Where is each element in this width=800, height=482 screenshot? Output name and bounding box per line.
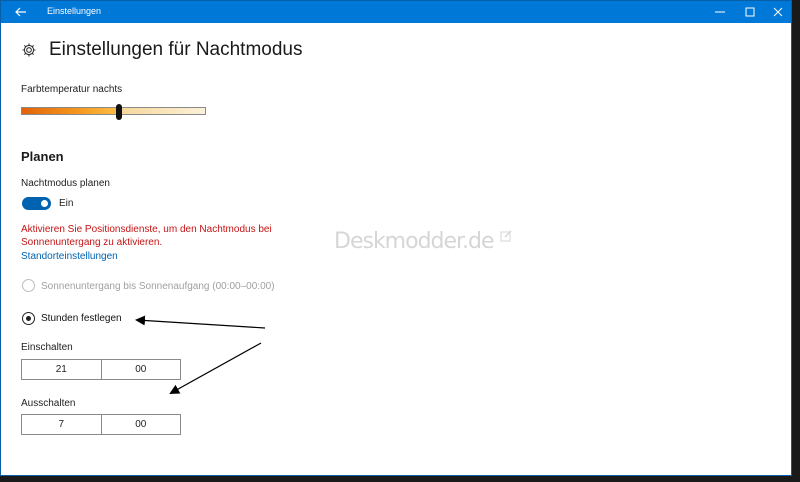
schedule-toggle-label: Nachtmodus planen [21, 178, 110, 189]
settings-content: Einstellungen für Nachtmodus Farbtempera… [1, 23, 791, 475]
watermark: Deskmodder.de [334, 229, 513, 254]
turn-on-hour[interactable]: 21 [22, 360, 101, 379]
slider-fill [22, 108, 119, 114]
edit-icon [500, 230, 512, 242]
maximize-icon [745, 7, 755, 17]
minimize-button[interactable] [705, 1, 735, 23]
toggle-state-label: Ein [59, 198, 74, 209]
radio-sunset-label: Sonnenuntergang bis Sonnenaufgang (00:00… [41, 281, 275, 292]
turn-on-minute[interactable]: 00 [100, 360, 181, 379]
location-warning-line2: Sonnenuntergang zu aktivieren. [21, 237, 163, 248]
close-button[interactable] [763, 1, 791, 23]
location-settings-link[interactable]: Standorteinstellungen [21, 251, 118, 262]
back-button[interactable] [1, 1, 41, 23]
window-title: Einstellungen [47, 6, 102, 16]
turn-off-minute[interactable]: 00 [100, 415, 181, 434]
back-arrow-icon [15, 7, 26, 17]
slider-thumb[interactable] [116, 104, 123, 120]
arrow-to-turn-off [169, 342, 262, 394]
turn-off-label: Ausschalten [21, 398, 76, 409]
radio-selected-dot [25, 315, 31, 321]
turn-off-time-picker[interactable]: 7 00 [21, 414, 181, 435]
settings-window: Einstellungen Einstellungen für Nachtmod… [0, 0, 792, 476]
close-icon [773, 7, 783, 17]
arrow-to-set-hours [135, 315, 266, 329]
color-temperature-slider[interactable] [21, 104, 206, 120]
radio-sunset-to-sunrise[interactable] [22, 279, 35, 292]
turn-on-time-picker[interactable]: 21 00 [21, 359, 181, 380]
color-temperature-label: Farbtemperatur nachts [21, 84, 123, 95]
title-bar: Einstellungen [1, 1, 791, 23]
turn-off-hour[interactable]: 7 [22, 415, 101, 434]
radio-set-hours[interactable] [22, 312, 35, 325]
slider-track [21, 107, 206, 115]
page-title: Einstellungen für Nachtmodus [49, 39, 303, 60]
watermark-text: Deskmodder.de [334, 229, 495, 254]
section-title-planen: Planen [21, 149, 64, 164]
page-header: Einstellungen für Nachtmodus [21, 37, 302, 63]
location-warning-line1: Aktivieren Sie Positionsdienste, um den … [21, 224, 272, 235]
radio-set-hours-label: Stunden festlegen [41, 313, 122, 324]
maximize-button[interactable] [735, 1, 765, 23]
slider-remainder [119, 108, 205, 114]
minimize-icon [715, 11, 725, 13]
toggle-knob [41, 200, 48, 207]
night-mode-schedule-toggle[interactable] [22, 197, 51, 210]
turn-on-label: Einschalten [21, 342, 73, 353]
gear-icon [22, 43, 36, 57]
